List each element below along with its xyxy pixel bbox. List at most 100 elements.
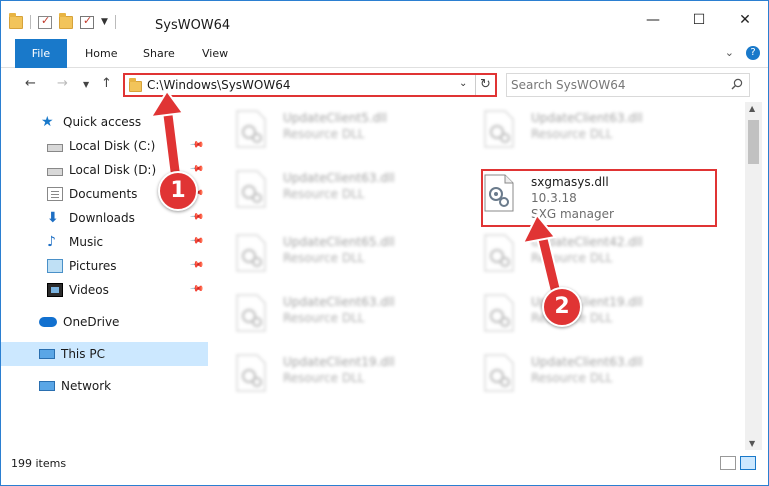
tiles-view-icon[interactable] bbox=[740, 456, 756, 470]
documents-icon bbox=[47, 187, 63, 201]
address-bar[interactable]: C:\Windows\SysWOW64 ⌄ ↻ bbox=[123, 73, 497, 97]
nav-item-label: Local Disk (D:) bbox=[69, 163, 157, 177]
expand-ribbon-chevron-icon[interactable]: ⌄ bbox=[725, 46, 734, 60]
toolbar-separator bbox=[114, 15, 116, 29]
address-dropdown-chevron-icon[interactable]: ⌄ bbox=[459, 78, 467, 89]
file-name: UpdateClient63.dll bbox=[283, 295, 395, 309]
file-item[interactable]: UpdateClient63.dll Resource DLL bbox=[465, 346, 705, 396]
search-box[interactable] bbox=[506, 73, 750, 97]
file-item[interactable]: UpdateClient19.dll Resource DLL bbox=[217, 346, 457, 396]
file-name: UpdateClient42.dll bbox=[531, 235, 643, 249]
folder-icon bbox=[129, 78, 142, 92]
file-name: UpdateClient63.dll bbox=[283, 171, 395, 185]
toolbar-separator bbox=[30, 15, 31, 29]
scroll-down-icon[interactable]: ▼ bbox=[749, 439, 755, 448]
disk-icon bbox=[47, 144, 63, 152]
videos-icon bbox=[47, 283, 63, 297]
window-title: SysWOW64 bbox=[155, 18, 231, 33]
tab-view[interactable]: View bbox=[202, 39, 228, 68]
explorer-window: ▼ SysWOW64 — ☐ ✕ File Home Share View ⌄ … bbox=[0, 0, 769, 486]
recent-locations-chevron-icon[interactable]: ▼ bbox=[83, 80, 89, 89]
dll-file-icon bbox=[236, 294, 266, 332]
folder-icon[interactable] bbox=[9, 12, 23, 29]
step-2-callout: 2 bbox=[542, 287, 582, 327]
ribbon-tabs: File Home Share View ⌄ ? bbox=[1, 39, 768, 68]
back-button[interactable]: ← bbox=[25, 76, 36, 91]
pin-icon[interactable]: 📌 bbox=[189, 209, 204, 224]
rename-icon[interactable] bbox=[80, 14, 94, 29]
file-item[interactable]: UpdateClient65.dll Resource DLL bbox=[217, 226, 457, 276]
file-type: Resource DLL bbox=[531, 371, 613, 385]
file-name: UpdateClient19.dll bbox=[283, 355, 395, 369]
customize-toolbar-chevron-icon[interactable]: ▼ bbox=[101, 17, 108, 27]
file-type: Resource DLL bbox=[283, 311, 365, 325]
file-item[interactable]: UpdateClient42.dll Resource DLL bbox=[465, 226, 705, 276]
file-type: Resource DLL bbox=[531, 127, 613, 141]
new-folder-icon[interactable] bbox=[59, 12, 73, 29]
refresh-icon[interactable]: ↻ bbox=[475, 75, 495, 95]
dll-file-icon bbox=[484, 354, 514, 392]
pin-icon[interactable]: 📌 bbox=[189, 281, 204, 296]
vertical-scrollbar[interactable]: ▲ ▼ bbox=[745, 102, 762, 450]
pin-icon[interactable]: 📌 bbox=[189, 257, 204, 272]
music-icon: ♪ bbox=[47, 234, 56, 250]
quick-access-toolbar: ▼ bbox=[9, 12, 116, 29]
file-name: UpdateClient65.dll bbox=[283, 235, 395, 249]
properties-icon[interactable] bbox=[38, 14, 52, 29]
tab-file[interactable]: File bbox=[15, 39, 67, 68]
search-icon[interactable] bbox=[731, 78, 743, 90]
file-highlight-box bbox=[481, 169, 717, 227]
file-item[interactable]: UpdateClient63.dll Resource DLL bbox=[217, 162, 457, 212]
step-1-callout: 1 bbox=[158, 171, 198, 211]
file-type: Resource DLL bbox=[283, 371, 365, 385]
details-view-icon[interactable] bbox=[720, 456, 736, 470]
scroll-up-icon[interactable]: ▲ bbox=[749, 104, 755, 113]
file-item[interactable]: UpdateClient5.dll Resource DLL bbox=[217, 102, 457, 152]
search-input[interactable] bbox=[511, 76, 721, 94]
file-item[interactable]: UpdateClient19.dll Resource DLL bbox=[465, 286, 705, 336]
help-icon[interactable]: ? bbox=[746, 46, 760, 60]
nav-item-label: Documents bbox=[69, 187, 138, 201]
nav-item-label: This PC bbox=[61, 347, 105, 361]
nav-item-quick-access[interactable]: ★ Quick access bbox=[1, 110, 208, 134]
nav-item-label: Downloads bbox=[69, 211, 135, 225]
nav-item-this-pc[interactable]: This PC bbox=[1, 342, 208, 366]
close-button[interactable]: ✕ bbox=[722, 1, 768, 39]
file-item[interactable]: UpdateClient63.dll Resource DLL bbox=[465, 102, 705, 152]
maximize-button[interactable]: ☐ bbox=[676, 1, 722, 39]
dll-file-icon bbox=[236, 170, 266, 208]
nav-item-label: Music bbox=[69, 235, 104, 249]
scrollbar-thumb[interactable] bbox=[748, 120, 759, 164]
minimize-button[interactable]: — bbox=[630, 1, 676, 39]
address-path[interactable]: C:\Windows\SysWOW64 bbox=[147, 78, 291, 92]
nav-item-network[interactable]: Network bbox=[1, 374, 208, 398]
nav-item-local-disk-c[interactable]: Local Disk (C:) 📌 bbox=[1, 134, 208, 158]
nav-item-pictures[interactable]: Pictures 📌 bbox=[1, 254, 208, 278]
file-item[interactable]: UpdateClient63.dll Resource DLL bbox=[217, 286, 457, 336]
ribbon-controls: ⌄ ? bbox=[725, 46, 760, 60]
tab-home[interactable]: Home bbox=[85, 39, 117, 68]
caption-buttons: — ☐ ✕ bbox=[630, 1, 768, 39]
cloud-icon bbox=[39, 317, 57, 327]
tab-share[interactable]: Share bbox=[143, 39, 175, 68]
nav-item-music[interactable]: ♪ Music 📌 bbox=[1, 230, 208, 254]
nav-item-label: Network bbox=[61, 379, 112, 393]
file-type: Resource DLL bbox=[531, 251, 613, 265]
nav-item-videos[interactable]: Videos 📌 bbox=[1, 278, 208, 302]
dll-file-icon bbox=[484, 110, 514, 148]
up-button[interactable]: ↑ bbox=[101, 76, 112, 91]
forward-button[interactable]: → bbox=[57, 76, 68, 91]
dll-file-icon bbox=[236, 110, 266, 148]
status-bar: 199 items bbox=[1, 450, 768, 485]
nav-item-label: Quick access bbox=[63, 115, 142, 129]
dll-file-icon bbox=[236, 234, 266, 272]
dll-file-icon bbox=[484, 294, 514, 332]
nav-item-onedrive[interactable]: OneDrive bbox=[1, 310, 208, 334]
computer-icon bbox=[39, 349, 55, 359]
file-type: Resource DLL bbox=[283, 187, 365, 201]
star-icon: ★ bbox=[41, 114, 54, 130]
pin-icon[interactable]: 📌 bbox=[189, 161, 204, 176]
pin-icon[interactable]: 📌 bbox=[189, 137, 204, 152]
pin-icon[interactable]: 📌 bbox=[189, 233, 204, 248]
file-name: UpdateClient63.dll bbox=[531, 355, 643, 369]
